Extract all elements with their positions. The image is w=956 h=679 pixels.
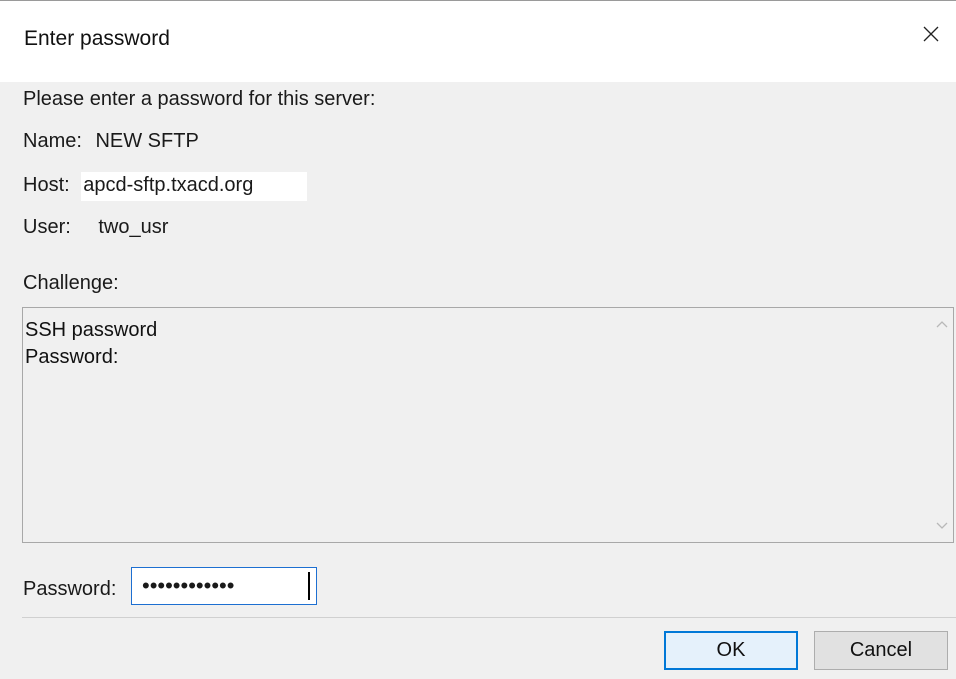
- host-row: Host: apcd-sftp.txacd.org: [23, 172, 308, 201]
- cancel-button[interactable]: Cancel: [814, 631, 948, 670]
- host-label: Host:: [23, 174, 70, 196]
- name-value: NEW SFTP: [95, 130, 199, 152]
- close-button[interactable]: [906, 9, 956, 59]
- title-bar: Enter password: [0, 0, 956, 82]
- user-value: two_usr: [98, 216, 169, 238]
- separator: [22, 617, 956, 618]
- ok-button[interactable]: OK: [664, 631, 798, 670]
- challenge-text: SSH password Password:: [25, 319, 158, 368]
- chevron-up-icon[interactable]: [935, 318, 949, 332]
- text-caret: [308, 572, 310, 600]
- name-label: Name:: [23, 130, 82, 152]
- password-dialog: Enter password Please enter a password f…: [0, 0, 956, 679]
- name-row: Name: NEW SFTP: [23, 130, 199, 153]
- prompt-text: Please enter a password for this server:: [23, 88, 376, 110]
- user-label: User:: [23, 216, 71, 238]
- challenge-textbox[interactable]: SSH password Password:: [22, 307, 954, 543]
- dialog-title: Enter password: [24, 27, 170, 50]
- host-value: apcd-sftp.txacd.org: [81, 172, 308, 201]
- chevron-down-icon[interactable]: [935, 518, 949, 532]
- password-label: Password:: [23, 578, 117, 600]
- challenge-label: Challenge:: [23, 272, 119, 294]
- password-input[interactable]: ••••••••••••: [131, 567, 317, 605]
- challenge-scrollbar[interactable]: [931, 308, 953, 542]
- close-icon: [923, 26, 939, 42]
- user-row: User: two_usr: [23, 216, 168, 239]
